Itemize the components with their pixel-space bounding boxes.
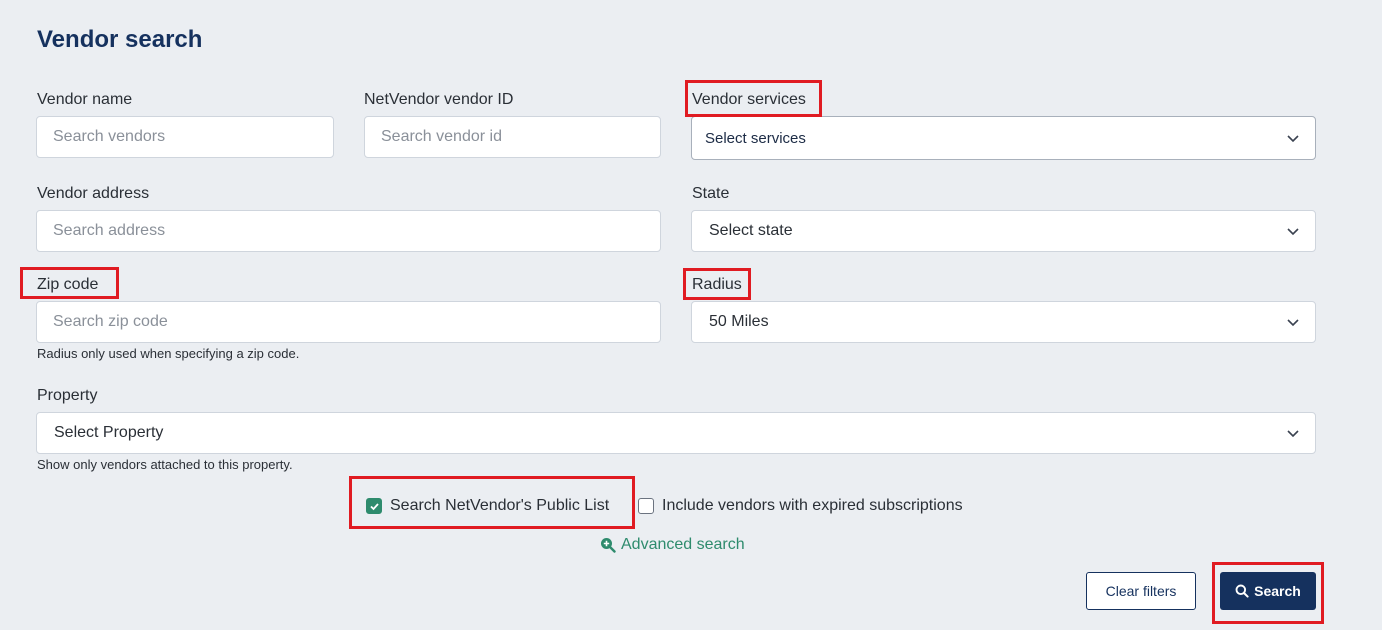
vendor-address-input[interactable] — [53, 222, 644, 240]
vendor-name-label: Vendor name — [37, 91, 133, 108]
zip-code-label: Zip code — [37, 276, 99, 293]
state-label: State — [692, 185, 730, 202]
vendor-services-value: Select services — [705, 129, 806, 147]
vendor-address-field[interactable] — [36, 210, 661, 252]
clear-filters-button[interactable]: Clear filters — [1086, 572, 1196, 610]
search-button[interactable]: Search — [1220, 572, 1316, 610]
state-select[interactable]: Select state — [691, 210, 1316, 252]
vendor-address-label: Vendor address — [37, 185, 150, 202]
zip-code-hint: Radius only used when specifying a zip c… — [37, 346, 300, 361]
radius-label: Radius — [692, 276, 742, 293]
plus-magnifier-icon — [600, 537, 616, 553]
zip-code-input[interactable] — [53, 313, 644, 331]
public-list-label: Search NetVendor's Public List — [390, 497, 610, 514]
chevron-down-icon — [1285, 425, 1301, 441]
property-value: Select Property — [54, 424, 164, 441]
vendor-id-label: NetVendor vendor ID — [364, 91, 514, 108]
state-value: Select state — [709, 222, 793, 239]
search-icon — [1235, 584, 1249, 598]
expired-checkbox[interactable] — [638, 498, 654, 514]
chevron-down-icon — [1285, 223, 1301, 239]
advanced-search-label: Advanced search — [621, 536, 745, 553]
vendor-services-select[interactable]: Select services — [691, 116, 1316, 160]
search-button-label: Search — [1254, 583, 1301, 599]
public-list-checkbox[interactable] — [366, 498, 382, 514]
vendor-name-input[interactable] — [53, 128, 317, 146]
vendor-search-page: Vendor search Vendor name NetVendor vend… — [0, 0, 1382, 630]
expired-label: Include vendors with expired subscriptio… — [662, 497, 963, 514]
radius-select[interactable]: 50 Miles — [691, 301, 1316, 343]
page-title: Vendor search — [37, 26, 203, 53]
chevron-down-icon — [1285, 130, 1301, 146]
expired-option[interactable]: Include vendors with expired subscriptio… — [638, 497, 963, 515]
vendor-id-input[interactable] — [381, 128, 644, 146]
radius-value: 50 Miles — [709, 313, 769, 330]
public-list-option[interactable]: Search NetVendor's Public List — [366, 497, 609, 515]
property-hint: Show only vendors attached to this prope… — [37, 457, 293, 472]
vendor-id-field[interactable] — [364, 116, 661, 158]
advanced-search-link[interactable]: Advanced search — [600, 536, 745, 554]
property-select[interactable]: Select Property — [36, 412, 1316, 454]
chevron-down-icon — [1285, 314, 1301, 330]
zip-code-field[interactable] — [36, 301, 661, 343]
vendor-name-field[interactable] — [36, 116, 334, 158]
vendor-services-label: Vendor services — [692, 91, 806, 108]
property-label: Property — [37, 387, 98, 404]
